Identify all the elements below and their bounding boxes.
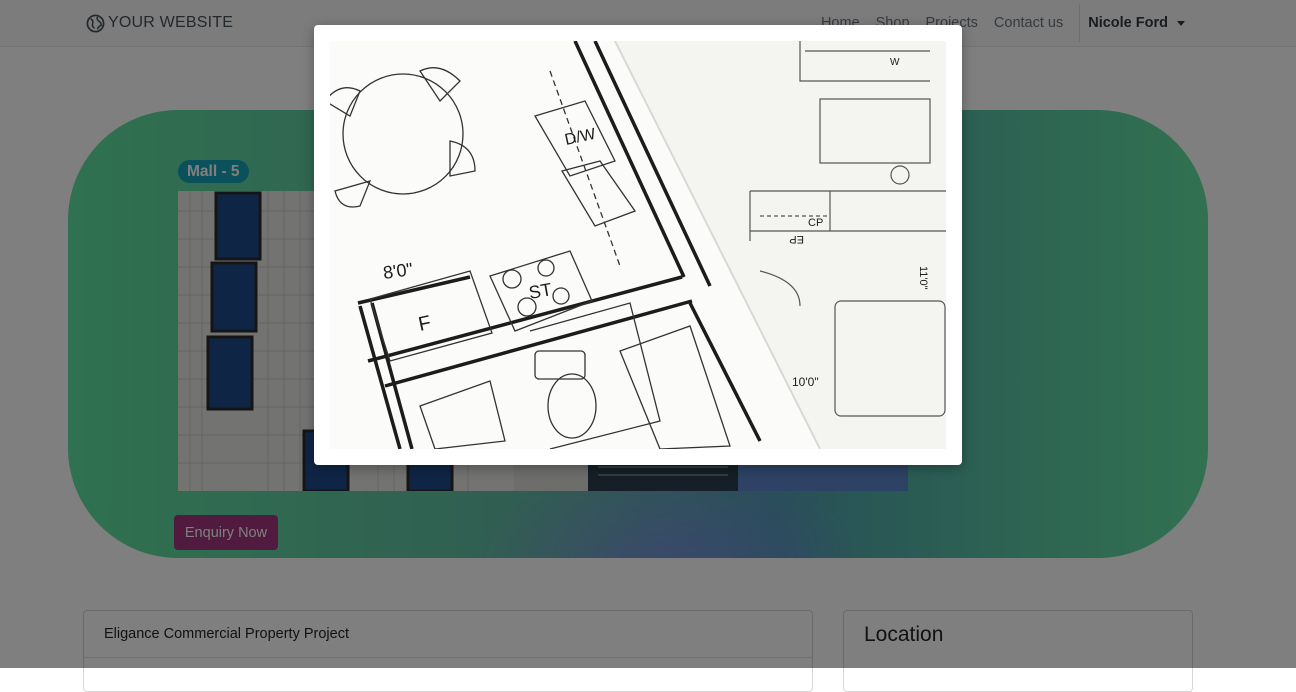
svg-text:EP: EP xyxy=(789,233,804,245)
svg-text:ST: ST xyxy=(527,279,553,303)
image-lightbox-modal: D/W 8'0" F ST CP EP 11'0" 10'0" W xyxy=(314,25,962,465)
svg-text:10'0": 10'0" xyxy=(792,375,819,389)
svg-text:8'0": 8'0" xyxy=(382,259,414,283)
svg-text:W: W xyxy=(890,57,900,68)
svg-text:CP: CP xyxy=(808,217,823,229)
svg-text:11'0": 11'0" xyxy=(917,266,929,290)
floor-plan-image: D/W 8'0" F ST CP EP 11'0" 10'0" W xyxy=(330,41,946,449)
